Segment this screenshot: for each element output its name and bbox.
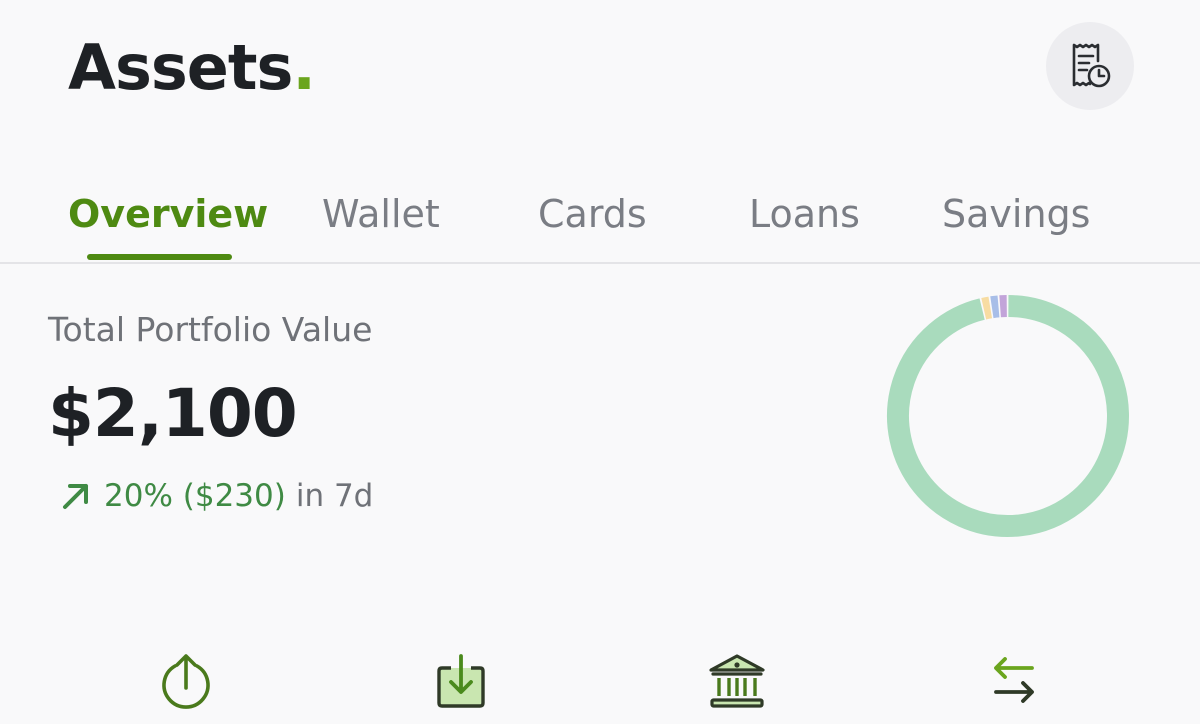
tab-wallet[interactable]: Wallet <box>322 190 440 238</box>
tab-bar: Overview Wallet Cards Loans Savings <box>0 168 1200 264</box>
tab-loans[interactable]: Loans <box>749 190 860 238</box>
donut-segment[interactable] <box>990 295 1000 319</box>
header: Assets. <box>0 0 1200 150</box>
transaction-history-button[interactable] <box>1046 22 1134 110</box>
arrow-up-right-icon <box>63 484 88 509</box>
tab-savings[interactable]: Savings <box>942 190 1090 238</box>
tab-overview[interactable]: Overview <box>68 190 268 238</box>
change-value: 20% ($230) <box>104 478 286 514</box>
bank-button[interactable] <box>697 640 777 720</box>
tab-cards[interactable]: Cards <box>538 190 647 238</box>
donut-segment[interactable] <box>981 296 993 320</box>
receive-icon <box>437 654 485 708</box>
active-tab-indicator <box>87 254 232 260</box>
allocation-donut-chart[interactable] <box>880 288 1136 544</box>
portfolio-value: $2,100 <box>48 375 298 452</box>
portfolio-label: Total Portfolio Value <box>48 310 373 349</box>
send-icon <box>162 654 210 709</box>
donut-segment[interactable] <box>887 295 1129 537</box>
portfolio-change: 20% ($230) in 7d <box>60 474 373 518</box>
page-title-text: Assets <box>68 31 293 104</box>
title-dot: . <box>292 31 316 104</box>
send-button[interactable] <box>146 640 226 720</box>
page-title: Assets. <box>68 28 316 108</box>
quick-actions <box>0 630 1200 724</box>
receipt-clock-icon <box>1072 43 1111 88</box>
transfer-button[interactable] <box>974 640 1054 720</box>
bank-icon <box>709 654 765 708</box>
transfer-icon <box>994 657 1034 703</box>
change-period: in 7d <box>295 478 374 514</box>
receive-button[interactable] <box>421 640 501 720</box>
